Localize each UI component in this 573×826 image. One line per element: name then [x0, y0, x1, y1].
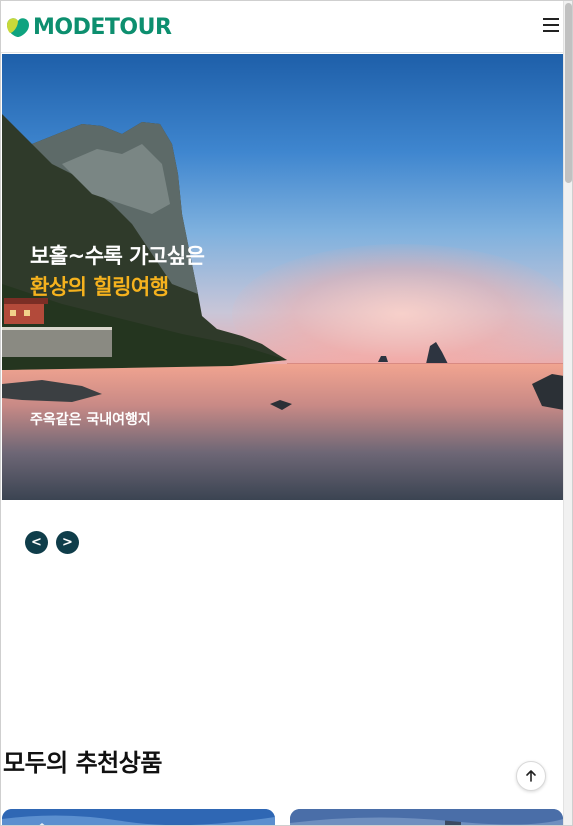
product-card[interactable]: [2, 809, 275, 825]
product-card-image: [290, 809, 563, 825]
logo-mark-icon: [5, 15, 31, 39]
site-header: MODETOUR: [1, 1, 564, 53]
slider-controls: < >: [25, 531, 79, 554]
scrollbar-thumb[interactable]: [565, 3, 572, 183]
logo-text: MODETOUR: [33, 14, 172, 40]
section-title: 모두의 추천상품: [3, 749, 162, 777]
page-scrollbar[interactable]: [563, 1, 572, 825]
arrow-up-icon: [526, 770, 536, 782]
product-card[interactable]: [290, 809, 563, 825]
product-card-image: [2, 809, 275, 825]
slider-next-button[interactable]: >: [56, 531, 79, 554]
hero-title-line1: 보홀~수록 가고싶은: [30, 244, 205, 268]
hero-subtitle: 주옥같은 국내여행지: [30, 412, 151, 428]
page-frame: MODETOUR 보홀~수록 가고싶은 환상의 힐링여행 주옥같은 국내여행지 …: [0, 0, 573, 826]
slider-prev-button[interactable]: <: [25, 531, 48, 554]
scroll-top-button[interactable]: [516, 761, 546, 791]
logo[interactable]: MODETOUR: [5, 13, 172, 41]
hamburger-icon: [543, 18, 559, 20]
hero-title-line2: 환상의 힐링여행: [30, 275, 169, 299]
menu-button[interactable]: [543, 18, 561, 34]
hero-banner[interactable]: 보홀~수록 가고싶은 환상의 힐링여행 주옥같은 국내여행지: [2, 54, 564, 500]
